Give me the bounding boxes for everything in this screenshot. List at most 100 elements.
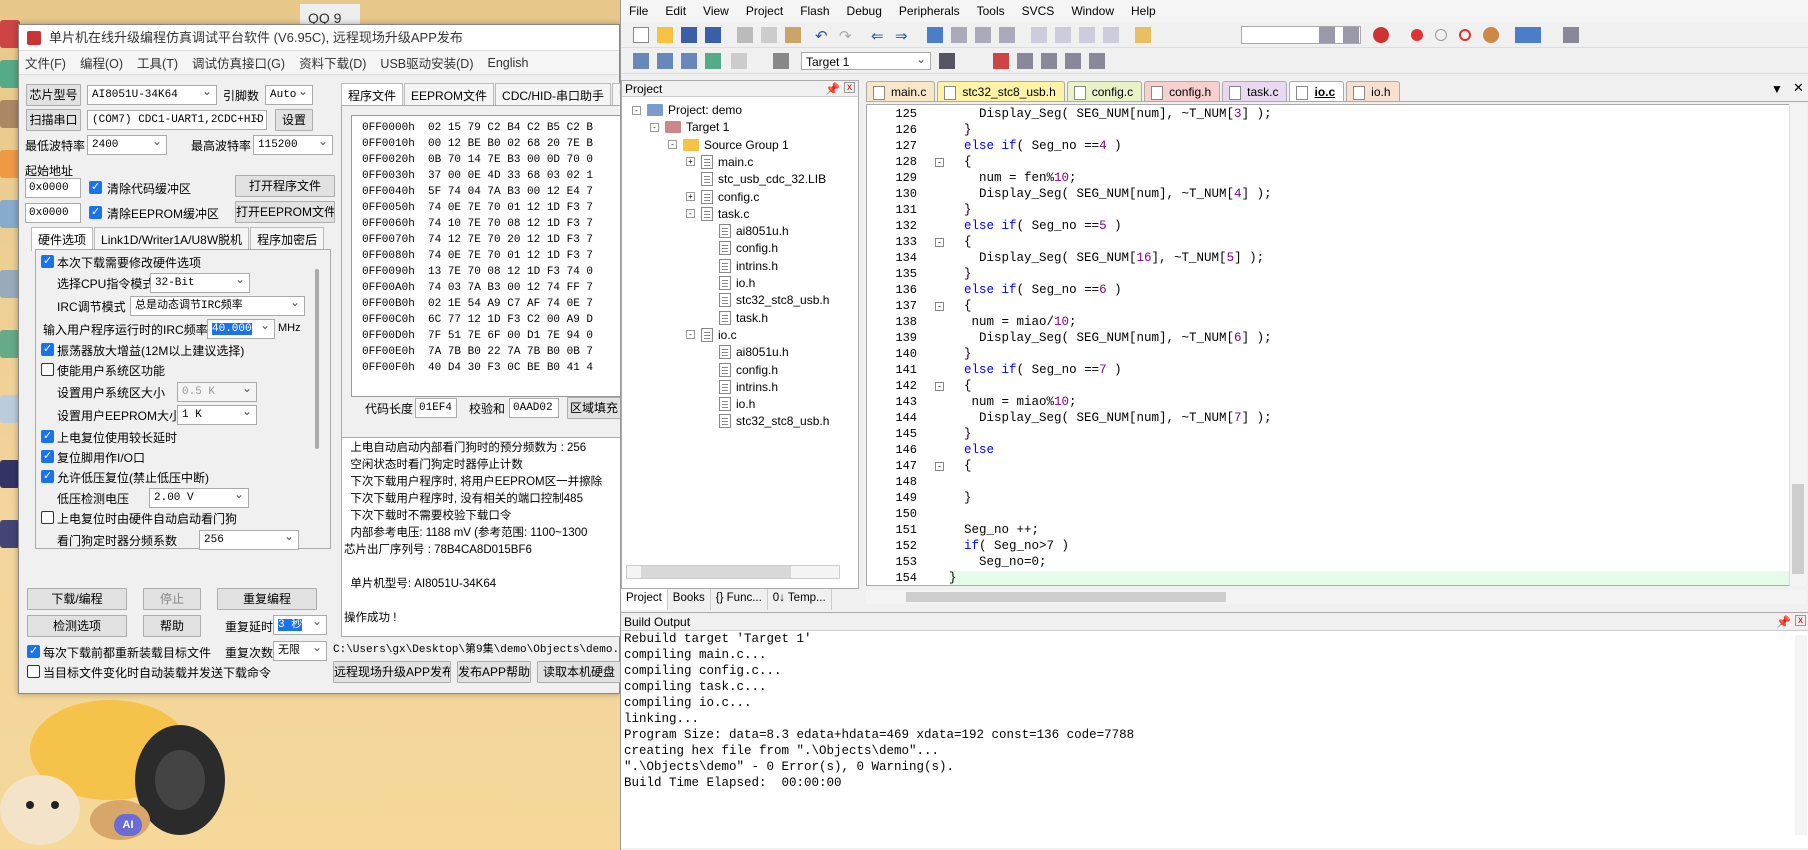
tab-functions[interactable]: {} Func...: [711, 589, 768, 610]
check-options-button[interactable]: 检测选项: [27, 615, 127, 637]
editor-tab[interactable]: main.c: [866, 81, 936, 101]
desktop-icon[interactable]: [0, 150, 20, 178]
irc-mode-select[interactable]: 总是动态调节IRC频率: [130, 296, 305, 316]
project-hscrollbar[interactable]: [626, 565, 840, 579]
pin-icon[interactable]: 📌: [1776, 613, 1791, 631]
editor-tab[interactable]: stc32_stc8_usb.h: [937, 81, 1065, 101]
settings-button[interactable]: 设置: [275, 109, 313, 131]
oscillator-gain-checkbox[interactable]: [41, 342, 54, 356]
repeat-count-select[interactable]: 无限: [273, 641, 327, 661]
cpu-mode-select[interactable]: 32-Bit: [150, 273, 250, 293]
min-baud-select[interactable]: 2400: [87, 135, 167, 155]
desktop-icon[interactable]: [0, 200, 20, 228]
watchdog-auto-checkbox[interactable]: [41, 511, 54, 524]
tree-item[interactable]: - io.c: [686, 326, 737, 344]
desktop-icon[interactable]: [0, 330, 20, 358]
menu-usb-driver[interactable]: USB驱动安装(D): [380, 53, 473, 72]
low-voltage-select[interactable]: 2.00 V: [149, 488, 249, 508]
tree-item[interactable]: stc32_stc8_usb.h: [704, 291, 829, 309]
pin-count-select[interactable]: Auto: [265, 85, 313, 105]
translate-icon[interactable]: [633, 53, 649, 69]
clear-bookmarks-icon[interactable]: [999, 27, 1015, 43]
tree-item[interactable]: + config.c: [686, 188, 759, 206]
next-bookmark-icon[interactable]: [975, 27, 991, 43]
unindent-icon[interactable]: [1055, 27, 1071, 43]
reload-before-download-checkbox[interactable]: [27, 644, 40, 658]
tree-item[interactable]: config.h: [704, 239, 778, 257]
fold-toggle-icon[interactable]: -: [935, 302, 944, 311]
tree-item[interactable]: + main.c: [686, 153, 753, 171]
tab-serial-assistant[interactable]: CDC/HID-串口助手: [495, 83, 612, 107]
target-select[interactable]: Target 1: [801, 52, 931, 70]
cut-icon[interactable]: [737, 27, 753, 43]
status-log[interactable]: 上电自动启动内部看门狗时的预分频数为 : 256 空闲状态时看门狗定时器停止计数…: [341, 437, 621, 637]
tree-item[interactable]: io.h: [704, 395, 755, 413]
menu-edit[interactable]: Edit: [665, 4, 686, 18]
target-options-icon[interactable]: [939, 53, 955, 69]
scan-port-button[interactable]: 扫描串口: [26, 109, 81, 131]
collapse-icon[interactable]: -: [650, 122, 659, 132]
pin-icon[interactable]: 📌: [825, 81, 840, 97]
repeat-program-button[interactable]: 重复编程: [217, 588, 317, 610]
tab-offline-writer[interactable]: Link1D/Writer1A/U8W脱机: [94, 227, 250, 251]
batch-build-icon[interactable]: [705, 53, 721, 69]
hex-view[interactable]: 0FF0000h 02 15 79 C2 B4 C2 B5 C2 B 0FF00…: [351, 115, 621, 397]
fold-toggle-icon[interactable]: -: [935, 462, 944, 471]
fold-toggle-icon[interactable]: -: [935, 158, 944, 167]
menu-debug[interactable]: Debug: [847, 4, 882, 18]
menu-file[interactable]: 文件(F): [25, 53, 66, 72]
tab-list-dropdown-icon[interactable]: ▼: [1771, 82, 1783, 96]
auto-load-checkbox[interactable]: [27, 665, 40, 678]
menu-project[interactable]: Project: [746, 4, 783, 18]
editor-hscrollbar[interactable]: [866, 590, 1806, 604]
remote-upgrade-button[interactable]: 远程现场升级APP发布: [333, 661, 451, 683]
publish-app-help-button[interactable]: 发布APP帮助: [457, 661, 531, 683]
editor-vscroll-thumb[interactable]: [1792, 484, 1804, 574]
help-button[interactable]: 帮助: [143, 615, 201, 637]
find-in-files-icon[interactable]: [1135, 27, 1151, 43]
tree-item[interactable]: ai8051u.h: [704, 222, 789, 240]
editor-tab[interactable]: io.h: [1346, 81, 1400, 101]
code-start-address-input[interactable]: 0x0000: [25, 178, 81, 198]
tab-project[interactable]: Project: [621, 589, 668, 610]
tree-item[interactable]: stc32_stc8_usb.h: [704, 412, 829, 430]
system-area-size-select[interactable]: 0.5 K: [177, 382, 257, 402]
collapse-icon[interactable]: -: [686, 330, 695, 340]
eeprom-start-address-input[interactable]: 0x0000: [25, 203, 81, 223]
disable-breakpoint-icon[interactable]: [1435, 29, 1447, 41]
options-scrollbar[interactable]: [315, 269, 319, 449]
chip-model-select[interactable]: AI8051U-34K64: [87, 85, 217, 105]
desktop-icon[interactable]: [0, 395, 20, 423]
user-system-area-checkbox[interactable]: [41, 363, 54, 376]
expand-icon[interactable]: +: [686, 192, 695, 201]
desktop-icon[interactable]: [0, 520, 20, 548]
menu-view[interactable]: View: [703, 4, 729, 18]
uncomment-icon[interactable]: [1103, 27, 1119, 43]
window-layout-icon[interactable]: [1515, 27, 1541, 43]
editor-tab[interactable]: config.c: [1066, 81, 1143, 101]
code-editor[interactable]: 125 Display_Seg( SEG_NUM[num], ~T_NUM[3]…: [866, 104, 1806, 586]
stop-button[interactable]: 停止: [143, 588, 201, 610]
tab-eeprom-file[interactable]: EEPROM文件: [404, 83, 495, 107]
kill-all-breakpoints-icon[interactable]: [1483, 27, 1499, 43]
desktop-icon[interactable]: [0, 20, 20, 48]
menu-debug-interface[interactable]: 调试仿真接口(G): [192, 53, 285, 72]
region-fill-button[interactable]: 区域填充: [567, 397, 621, 419]
editor-vscrollbar[interactable]: [1789, 104, 1806, 586]
clear-code-checkbox[interactable]: [89, 180, 102, 194]
menu-english[interactable]: English: [487, 56, 528, 70]
select-packs-icon[interactable]: [1041, 53, 1057, 69]
modify-hardware-checkbox[interactable]: [41, 254, 54, 268]
max-baud-select[interactable]: 115200: [253, 135, 333, 155]
watchdog-prescaler-select[interactable]: 256: [199, 530, 299, 550]
debug-session-icon[interactable]: [1373, 27, 1389, 43]
menu-flash[interactable]: Flash: [800, 4, 829, 18]
pack-installer-icon[interactable]: [1089, 53, 1105, 69]
irc-frequency-input[interactable]: 40.000: [207, 319, 275, 339]
open-program-file-button[interactable]: 打开程序文件: [235, 175, 335, 197]
tab-books[interactable]: Books: [668, 589, 711, 610]
tree-item[interactable]: - Project: demo: [632, 101, 742, 119]
manage-project-items-icon[interactable]: [1017, 53, 1033, 69]
expand-icon[interactable]: +: [686, 157, 695, 167]
clear-eeprom-checkbox[interactable]: [89, 205, 102, 219]
